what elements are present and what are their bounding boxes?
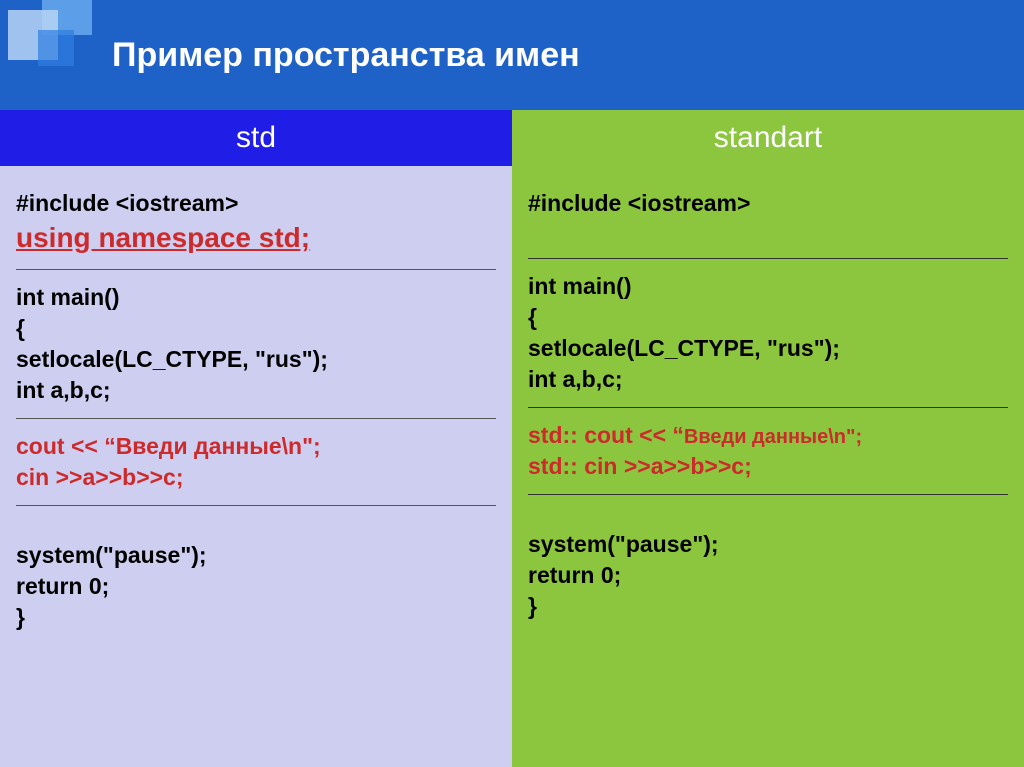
code-line: #include <iostream> — [16, 188, 496, 219]
column-standart-header: standart — [512, 110, 1024, 166]
code-line: } — [16, 602, 496, 633]
code-line: int main() — [16, 282, 496, 313]
code-line: system("pause"); — [16, 540, 496, 571]
code-line-cout: std:: cout << “Введи данные\n"; — [528, 420, 1008, 451]
code-line-using: using namespace std; — [16, 219, 496, 257]
column-std-body: #include <iostream> using namespace std;… — [0, 166, 512, 767]
column-standart: standart #include <iostream> int main() … — [512, 110, 1024, 767]
code-line: system("pause"); — [528, 529, 1008, 560]
code-line: int a,b,c; — [528, 364, 1008, 395]
code-line: setlocale(LC_CTYPE, "rus"); — [16, 344, 496, 375]
code-line: #include <iostream> — [528, 188, 1008, 219]
slide-title: Пример пространства имен — [112, 36, 580, 75]
code-line-cout: cout << “Введи данные\n"; — [16, 431, 496, 462]
slide-header: Пример пространства имен — [0, 0, 1024, 110]
code-line-cin: cin >>a>>b>>c; — [16, 462, 496, 493]
code-line: return 0; — [528, 560, 1008, 591]
code-line: } — [528, 591, 1008, 622]
column-std-header: std — [0, 110, 512, 166]
code-line-cin: std:: cin >>a>>b>>c; — [528, 451, 1008, 482]
code-line: return 0; — [16, 571, 496, 602]
code-line: int a,b,c; — [16, 375, 496, 406]
column-std: std #include <iostream> using namespace … — [0, 110, 512, 767]
column-standart-body: #include <iostream> int main() { setloca… — [512, 166, 1024, 767]
comparison-table: std #include <iostream> using namespace … — [0, 110, 1024, 767]
code-line: int main() — [528, 271, 1008, 302]
code-line: { — [528, 302, 1008, 333]
code-line: setlocale(LC_CTYPE, "rus"); — [528, 333, 1008, 364]
code-line: { — [16, 313, 496, 344]
